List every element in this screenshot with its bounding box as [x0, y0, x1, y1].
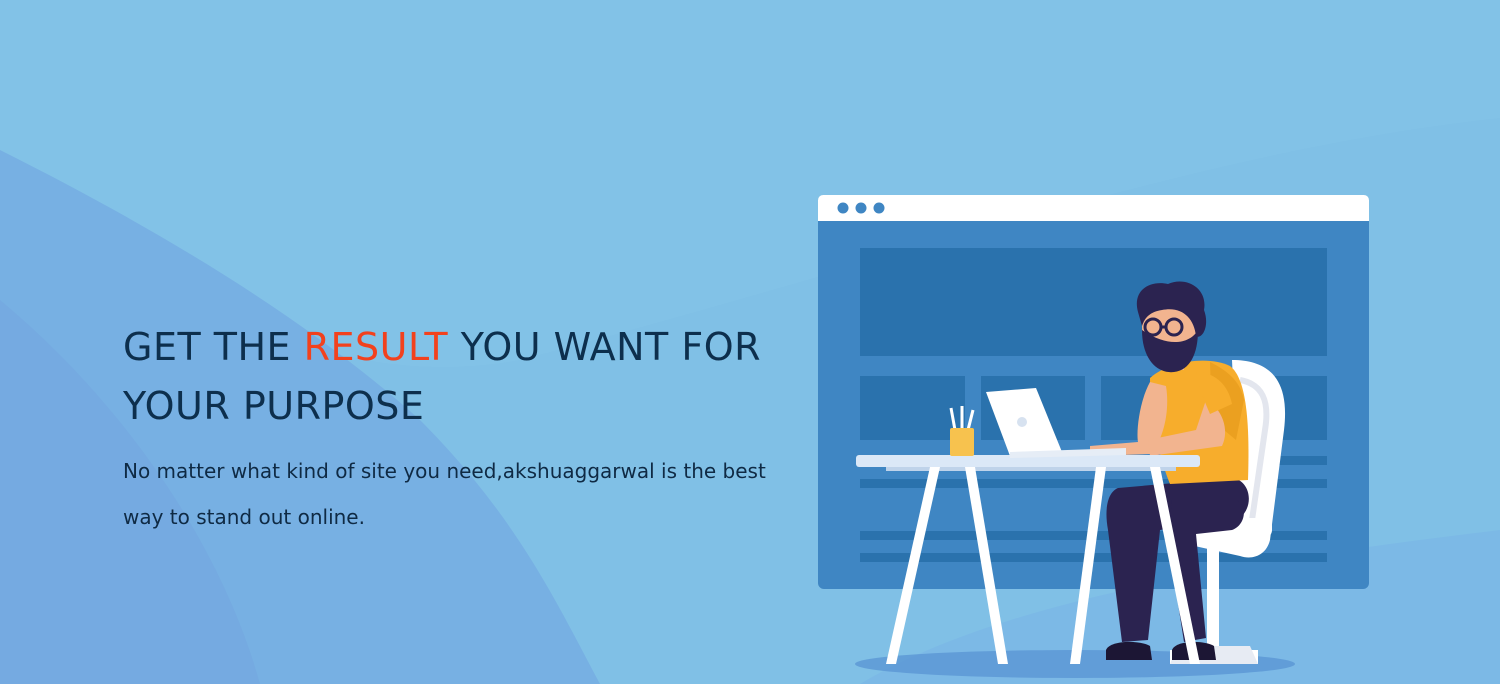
developer-at-desk-illustration [818, 195, 1369, 678]
window-dot-icon [837, 202, 849, 214]
hero-section: GET THE RESULT YOU WANT FOR YOUR PURPOSE… [0, 0, 1500, 684]
window-dot-icon [873, 202, 885, 214]
window-dot-icon [855, 202, 867, 214]
